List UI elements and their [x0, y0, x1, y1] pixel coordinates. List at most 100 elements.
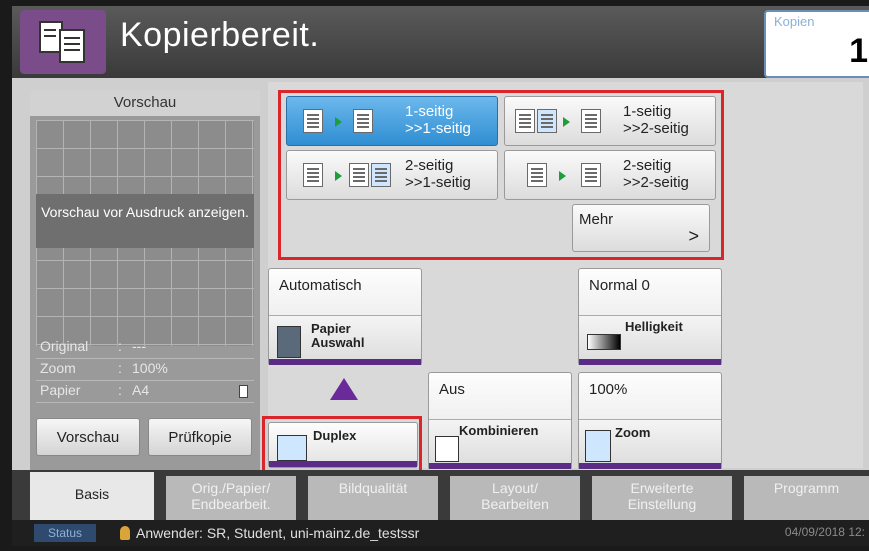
duplex-panel: 1-seitig >>1-seitig 1-seitig >>2-seitig …	[262, 82, 863, 474]
combine-value: Aus	[439, 381, 465, 398]
paper-select-value: Automatisch	[279, 277, 362, 294]
arrow-icon	[563, 117, 570, 127]
info-value: A4	[132, 382, 150, 398]
copies-field[interactable]: Kopien 1	[764, 10, 869, 78]
tab-line2: Endbearbeit.	[191, 496, 271, 512]
tab-line1: Erweiterte	[630, 480, 694, 496]
page-icon	[371, 163, 391, 187]
duplex-page-icon	[303, 163, 323, 187]
paper-select-label: Papier Auswahl	[311, 322, 364, 350]
duplex-page-icon	[581, 109, 601, 133]
page-title: Kopierbereit.	[120, 16, 320, 54]
info-sep: :	[118, 338, 122, 354]
header-bar: Kopierbereit. Kopien 1	[12, 6, 869, 78]
combine-icon	[435, 436, 459, 462]
zoom-label: Zoom	[615, 425, 651, 440]
user-info: Anwender: SR, Student, uni-mainz.de_test…	[136, 525, 420, 541]
option-line2: >>2-seitig	[623, 120, 689, 137]
tab-line2: Einstellung	[627, 496, 697, 512]
arrow-icon	[335, 171, 342, 181]
duplex-page-icon	[527, 163, 547, 187]
printer-screen: Kopierbereit. Kopien 1 Vorschau Vorschau…	[12, 6, 869, 546]
info-original: Original : ---	[36, 338, 254, 359]
duplex-2to2-button[interactable]: 2-seitig >>2-seitig	[504, 150, 716, 200]
option-label: 1-seitig >>1-seitig	[405, 103, 471, 137]
tab-line2: Bearbeiten	[481, 496, 549, 512]
tab-line1: Layout/	[492, 480, 538, 496]
tab-basis[interactable]: Basis	[30, 472, 154, 520]
tab-bar: Basis Orig./Papier/ Endbearbeit. Bildqua…	[12, 470, 869, 520]
option-label: 2-seitig >>1-seitig	[405, 157, 471, 191]
info-zoom: Zoom : 100%	[36, 360, 254, 381]
zoom-value: 100%	[589, 381, 628, 398]
copies-label: Kopien	[774, 14, 815, 29]
duplex-label: Duplex	[313, 428, 357, 443]
date-time: 04/09/2018 12:	[784, 525, 865, 539]
user-icon	[120, 526, 130, 540]
paper-tray-icon	[277, 326, 301, 358]
accent-bar	[429, 463, 571, 469]
tab-line1: Orig./Papier/	[191, 480, 271, 496]
option-label: 2-seitig >>2-seitig	[623, 157, 689, 191]
preview-message: Vorschau vor Ausdruck anzeigen.	[36, 194, 254, 248]
accent-bar	[579, 463, 721, 469]
info-value: 100%	[132, 360, 168, 376]
arrow-icon	[335, 117, 342, 127]
paper-select-card[interactable]: Automatisch Papier Auswahl	[268, 268, 422, 368]
combine-card[interactable]: Aus Kombinieren	[428, 372, 572, 472]
info-sep: :	[118, 382, 122, 398]
tab-original-paper[interactable]: Orig./Papier/ Endbearbeit.	[166, 476, 296, 520]
option-line2: >>1-seitig	[405, 174, 471, 191]
accent-bar	[579, 359, 721, 365]
density-gradient-icon	[587, 334, 621, 350]
tab-program[interactable]: Programm	[744, 476, 869, 520]
page-icon	[515, 109, 535, 133]
copy-document-icon	[20, 10, 106, 74]
selection-arrow-icon	[330, 378, 358, 400]
proof-copy-button[interactable]: Prüfkopie	[148, 418, 252, 456]
paper-label-line1: Papier	[311, 321, 351, 336]
copies-value: 1	[849, 32, 868, 70]
info-key: Papier	[40, 382, 81, 398]
option-line2: >>2-seitig	[623, 174, 689, 191]
info-sep: :	[118, 360, 122, 376]
option-line2: >>1-seitig	[405, 120, 471, 137]
page-icon	[349, 163, 369, 187]
chevron-right-icon: >	[688, 226, 699, 246]
info-key: Zoom	[40, 360, 76, 376]
status-bar: Status Anwender: SR, Student, uni-mainz.…	[12, 520, 869, 546]
status-button[interactable]: Status	[34, 524, 96, 542]
combine-label: Kombinieren	[459, 423, 539, 438]
duplex-1to1-button[interactable]: 1-seitig >>1-seitig	[286, 96, 498, 146]
paper-label-line2: Auswahl	[311, 335, 365, 350]
arrow-icon	[559, 171, 566, 181]
duplex-page-icon	[581, 163, 601, 187]
info-paper: Papier : A4	[36, 382, 254, 403]
page-icon	[537, 109, 557, 133]
paper-orientation-icon	[239, 385, 248, 398]
option-line1: 1-seitig	[623, 103, 672, 120]
tab-image-quality[interactable]: Bildqualität	[308, 476, 438, 520]
tab-advanced-settings[interactable]: Erweiterte Einstellung	[592, 476, 732, 520]
accent-bar	[269, 359, 421, 365]
duplex-2to1-button[interactable]: 2-seitig >>1-seitig	[286, 150, 498, 200]
more-button[interactable]: Mehr >	[572, 204, 710, 252]
option-line1: 2-seitig	[623, 157, 672, 174]
preview-heading: Vorschau	[30, 90, 260, 116]
page-icon	[303, 109, 323, 133]
preview-pane: Vorschau Vorschau vor Ausdruck anzeigen.…	[30, 90, 260, 470]
page-icon	[353, 109, 373, 133]
density-card[interactable]: Normal 0 Helligkeit	[578, 268, 722, 368]
density-value: Normal 0	[589, 277, 650, 294]
zoom-card[interactable]: 100% Zoom	[578, 372, 722, 472]
tab-layout-edit[interactable]: Layout/ Bearbeiten	[450, 476, 580, 520]
density-label: Helligkeit	[625, 319, 683, 334]
more-label: Mehr	[579, 211, 614, 228]
preview-button[interactable]: Vorschau	[36, 418, 140, 456]
duplex-1to2-button[interactable]: 1-seitig >>2-seitig	[504, 96, 716, 146]
option-line1: 1-seitig	[405, 103, 454, 120]
option-label: 1-seitig >>2-seitig	[623, 103, 689, 137]
accent-bar	[269, 461, 417, 467]
duplex-card[interactable]: Duplex	[268, 422, 418, 468]
zoom-icon	[585, 430, 611, 462]
